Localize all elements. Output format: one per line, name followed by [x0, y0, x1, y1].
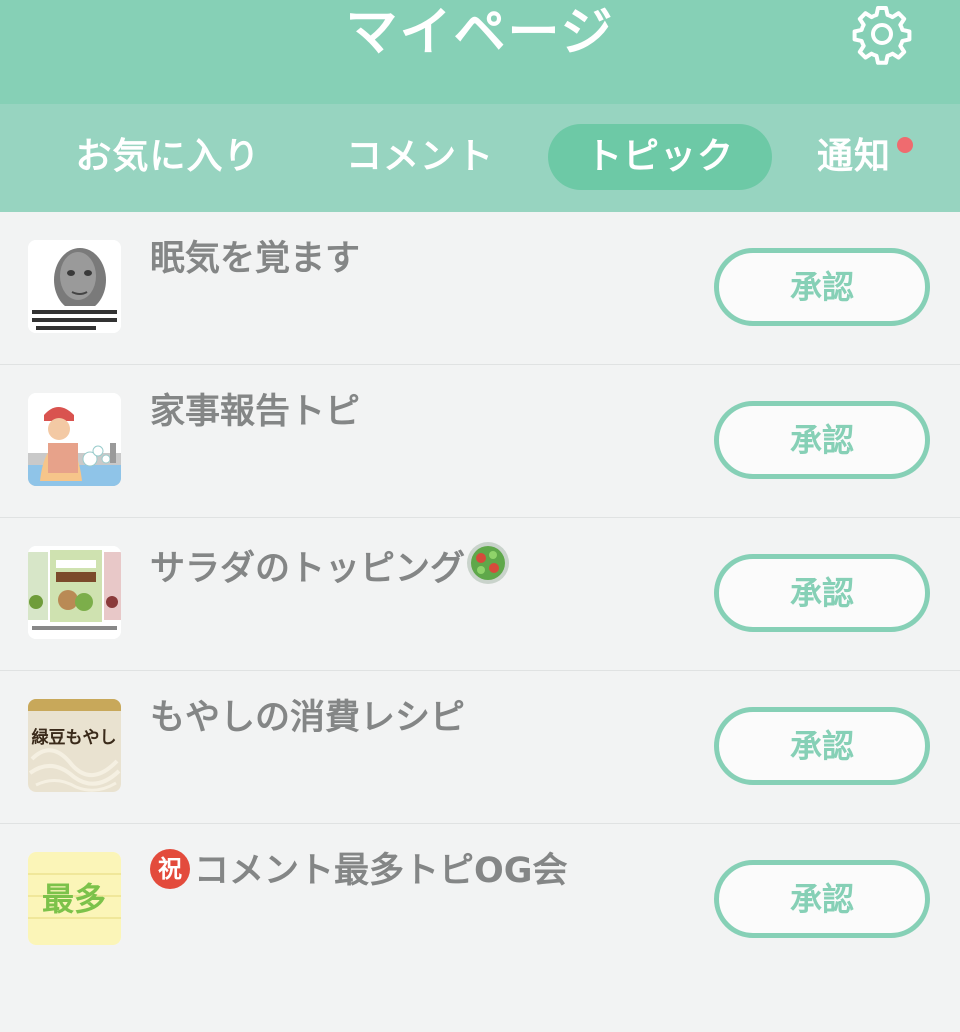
list-item[interactable]: 眠気を覚ます 承認 [0, 212, 960, 365]
app-header: マイページ [0, 0, 960, 104]
list-item[interactable]: 最多 祝コメント最多トピOG会 承認 [0, 824, 960, 977]
tab-favorites[interactable]: お気に入り [60, 124, 276, 190]
list-item[interactable]: サラダのトッピング 承認 [0, 518, 960, 671]
bean-sprouts-package-thumbnail: 緑豆もやし [28, 699, 121, 792]
topic-list: 眠気を覚ます 承認 家事報告トピ 承認 サラダのトッピング 承認 緑豆もやし も… [0, 212, 960, 977]
gear-icon[interactable] [850, 2, 914, 66]
page-title: マイページ [345, 3, 615, 63]
most-comments-badge-thumbnail: 最多 [28, 852, 121, 945]
topic-title: 祝コメント最多トピOG会 [150, 846, 567, 896]
topic-title: もやしの消費レシピ [150, 698, 466, 738]
salad-emoji [465, 540, 511, 600]
thumb-text: 緑豆もやし [32, 727, 117, 748]
approve-button[interactable]: 承認 [714, 401, 930, 479]
notification-badge [897, 137, 913, 153]
approve-button[interactable]: 承認 [714, 860, 930, 938]
tab-bar: お気に入り コメント トピック 通知 [0, 104, 960, 212]
tab-topics[interactable]: トピック [548, 124, 772, 190]
dishwashing-illustration-thumbnail [28, 393, 121, 486]
face-photo-thumbnail [28, 240, 121, 333]
tab-comments[interactable]: コメント [330, 124, 510, 190]
approve-button[interactable]: 承認 [714, 248, 930, 326]
topic-title: サラダのトッピング [150, 540, 511, 590]
celebration-icon: 祝 [150, 849, 190, 889]
approve-button[interactable]: 承認 [714, 554, 930, 632]
topic-title: 眠気を覚ます [150, 239, 361, 279]
list-item[interactable]: 緑豆もやし もやしの消費レシピ 承認 [0, 671, 960, 824]
list-item[interactable]: 家事報告トピ 承認 [0, 365, 960, 518]
thumb-text: 最多 [42, 880, 106, 918]
approve-button[interactable]: 承認 [714, 707, 930, 785]
salad-topping-packages-thumbnail [28, 546, 121, 639]
topic-title: 家事報告トピ [150, 392, 361, 432]
tab-notifications[interactable]: 通知 [806, 124, 902, 190]
